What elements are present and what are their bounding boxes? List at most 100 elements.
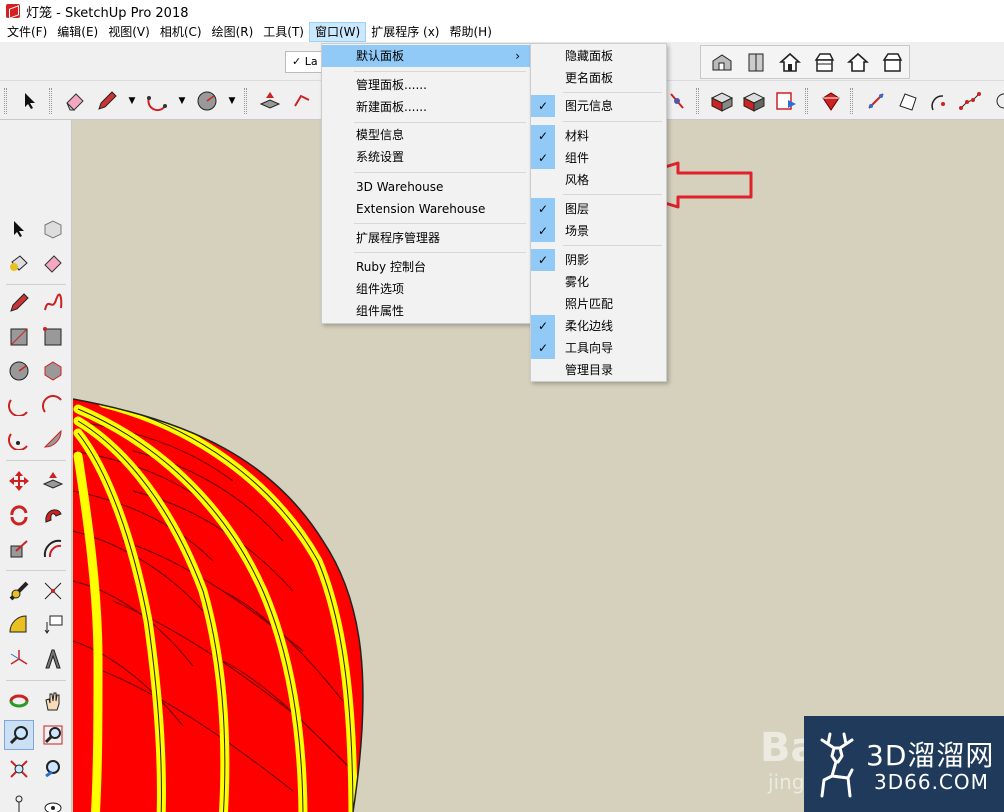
chevron-down-icon[interactable]: ▼ (176, 88, 188, 114)
follow-me-icon[interactable] (38, 500, 68, 530)
pencil-icon[interactable] (94, 88, 120, 114)
share-component-icon[interactable] (773, 88, 799, 114)
look-around-icon[interactable] (38, 790, 68, 812)
move-icon[interactable] (4, 466, 34, 496)
menu-view[interactable]: 视图(V) (103, 22, 155, 42)
orbit-icon[interactable] (4, 686, 34, 716)
menu-window[interactable]: 窗口(W) (308, 22, 367, 42)
back-view-icon[interactable] (845, 49, 871, 75)
walk-icon[interactable] (4, 790, 34, 812)
rotate-icon[interactable] (4, 500, 34, 530)
extension-warehouse-icon[interactable] (818, 88, 844, 114)
submenu-item-layers[interactable]: ✓ 图层 (531, 198, 666, 220)
zoom-window-icon[interactable] (38, 720, 68, 750)
offset-icon[interactable] (38, 534, 68, 564)
previous-view-icon[interactable] (38, 754, 68, 784)
rectangle-icon[interactable] (4, 322, 34, 352)
select-arrow-icon[interactable] (4, 214, 34, 244)
toolbar-grip[interactable] (244, 88, 247, 114)
eraser-icon[interactable] (38, 248, 68, 278)
make-component-icon[interactable] (38, 214, 68, 244)
push-pull-icon[interactable] (257, 88, 283, 114)
axes-icon[interactable] (4, 644, 34, 674)
left-view-icon[interactable] (879, 49, 905, 75)
tape-measure-icon[interactable] (4, 576, 34, 606)
freehand-icon[interactable] (38, 288, 68, 318)
eraser-icon[interactable] (62, 88, 88, 114)
rotated-rectangle-icon[interactable] (38, 322, 68, 352)
zoom-extents-icon[interactable] (4, 754, 34, 784)
menu-item-preferences[interactable]: 系统设置 (322, 146, 530, 168)
paint-bucket-icon[interactable] (4, 248, 34, 278)
submenu-item-scenes[interactable]: ✓ 场景 (531, 220, 666, 242)
menu-extensions[interactable]: 扩展程序 (x) (366, 22, 444, 42)
menu-edit[interactable]: 编辑(E) (52, 22, 103, 42)
submenu-item-soften-edges[interactable]: ✓ 柔化边线 (531, 315, 666, 337)
submenu-item-match-photo[interactable]: 照片匹配 (531, 293, 666, 315)
share-model-icon[interactable] (741, 88, 767, 114)
right-view-icon[interactable] (811, 49, 837, 75)
menu-item-3d-warehouse[interactable]: 3D Warehouse (322, 176, 530, 198)
top-view-icon[interactable] (743, 49, 769, 75)
scale-icon[interactable] (664, 88, 690, 114)
submenu-item-instructor[interactable]: ✓ 工具向导 (531, 337, 666, 359)
toolbar-grip[interactable] (805, 88, 808, 114)
push-pull-icon[interactable] (38, 466, 68, 496)
menu-item-component-attributes[interactable]: 组件属性 (322, 300, 530, 322)
two-point-arc-icon[interactable] (38, 390, 68, 420)
iso-view-icon[interactable] (709, 49, 735, 75)
protractor-icon[interactable] (4, 610, 34, 640)
submenu-item-materials[interactable]: ✓ 材料 (531, 125, 666, 147)
scale-icon[interactable] (4, 534, 34, 564)
bezier-icon[interactable] (959, 88, 985, 114)
arc-icon[interactable] (4, 390, 34, 420)
submenu-item-entity-info[interactable]: ✓ 图元信息 (531, 95, 666, 117)
menu-item-component-options[interactable]: 组件选项 (322, 278, 530, 300)
pie-icon[interactable] (38, 424, 68, 454)
menu-file[interactable]: 文件(F) (2, 22, 52, 42)
toolbar-grip[interactable] (49, 88, 52, 114)
toolbar-grip[interactable] (850, 88, 853, 114)
menu-item-model-info[interactable]: 模型信息 (322, 124, 530, 146)
text-icon[interactable] (38, 610, 68, 640)
3d-text-icon[interactable] (38, 644, 68, 674)
zoom-icon[interactable] (4, 720, 34, 750)
three-point-arc-icon[interactable] (4, 424, 34, 454)
arc-icon[interactable] (144, 88, 170, 114)
submenu-item-styles[interactable]: 风格 (531, 169, 666, 191)
submenu-item-fog[interactable]: 雾化 (531, 271, 666, 293)
menu-item-manage-panels[interactable]: 管理面板...... (322, 74, 530, 96)
circle-icon[interactable] (4, 356, 34, 386)
select-arrow-icon[interactable] (17, 88, 43, 114)
menu-item-extension-manager[interactable]: 扩展程序管理器 (322, 227, 530, 249)
chevron-down-icon[interactable]: ▼ (126, 88, 138, 114)
pan-hand-icon[interactable] (38, 686, 68, 716)
pencil-icon[interactable] (4, 288, 34, 318)
layer-dropdown[interactable]: ✓ La (285, 51, 325, 73)
submenu-item-outliner[interactable]: 管理目录 (531, 359, 666, 381)
submenu-item-components[interactable]: ✓ 组件 (531, 147, 666, 169)
toolbar-grip[interactable] (4, 88, 7, 114)
menu-tools[interactable]: 工具(T) (258, 22, 309, 42)
submenu-item-shadows[interactable]: ✓ 阴影 (531, 249, 666, 271)
orbit-icon[interactable] (991, 88, 1004, 114)
polygon-icon[interactable] (38, 356, 68, 386)
menu-item-extension-warehouse[interactable]: Extension Warehouse (322, 198, 530, 220)
warehouse-icon[interactable] (709, 88, 735, 114)
sandbox-icon[interactable] (895, 88, 921, 114)
menu-item-new-panel[interactable]: 新建面板...... (322, 96, 530, 118)
follow-me-icon[interactable] (289, 88, 315, 114)
chevron-down-icon[interactable]: ▼ (226, 88, 238, 114)
front-view-icon[interactable] (777, 49, 803, 75)
add-location-icon[interactable] (863, 88, 889, 114)
menu-camera[interactable]: 相机(C) (155, 22, 207, 42)
circle-icon[interactable] (194, 88, 220, 114)
toolbar-grip[interactable] (696, 88, 699, 114)
menu-item-default-panels[interactable]: 默认面板 › (322, 45, 530, 67)
dimension-icon[interactable] (38, 576, 68, 606)
arc-tool-icon[interactable] (927, 88, 953, 114)
menu-draw[interactable]: 绘图(R) (207, 22, 259, 42)
submenu-item-rename-panel[interactable]: 更名面板 (531, 67, 666, 89)
submenu-item-hide-panels[interactable]: 隐藏面板 (531, 45, 666, 67)
menu-help[interactable]: 帮助(H) (444, 22, 496, 42)
